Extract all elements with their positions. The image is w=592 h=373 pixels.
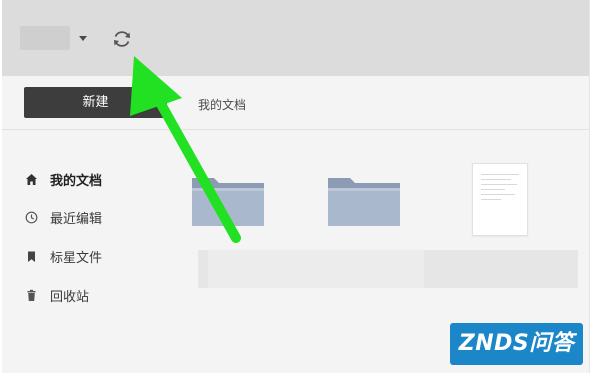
- sidebar-item-my-documents[interactable]: 我的文档: [24, 169, 102, 189]
- sidebar-item-label: 最近编辑: [50, 211, 103, 227]
- home-icon: [24, 172, 38, 186]
- sidebar-item-label: 标星文件: [50, 250, 103, 266]
- folder-icon[interactable]: [326, 170, 402, 228]
- toolbar: 新建 我的文档: [2, 76, 589, 130]
- trash-icon: [24, 288, 38, 302]
- znds-watermark: ZNDS问答: [450, 323, 583, 365]
- clock-icon: [24, 210, 38, 224]
- sidebar-item-label: 我的文档: [50, 173, 103, 189]
- sidebar-item-recent[interactable]: 最近编辑: [24, 207, 102, 227]
- file-name-placeholder: [198, 250, 578, 288]
- chevron-down-icon[interactable]: [79, 36, 87, 41]
- refresh-icon[interactable]: [111, 28, 133, 50]
- file-name-placeholder-segment: [208, 250, 424, 288]
- title-bar: [2, 0, 589, 76]
- bookmark-icon: [24, 249, 38, 263]
- sidebar: 我的文档 最近编辑 标星文件 回收站: [2, 131, 172, 373]
- document-thumbnail[interactable]: [472, 163, 528, 236]
- sidebar-item-label: 回收站: [50, 289, 90, 305]
- breadcrumb[interactable]: 我的文档: [198, 96, 246, 113]
- folder-icon[interactable]: [190, 170, 266, 228]
- sidebar-item-starred[interactable]: 标星文件: [24, 246, 102, 266]
- new-button[interactable]: 新建: [24, 87, 167, 118]
- account-avatar[interactable]: [20, 26, 70, 50]
- sidebar-item-trash[interactable]: 回收站: [24, 285, 89, 305]
- app-window: 新建 我的文档 我的文档 最近编辑 标星文件 回收站 ZNDS问答: [2, 0, 590, 373]
